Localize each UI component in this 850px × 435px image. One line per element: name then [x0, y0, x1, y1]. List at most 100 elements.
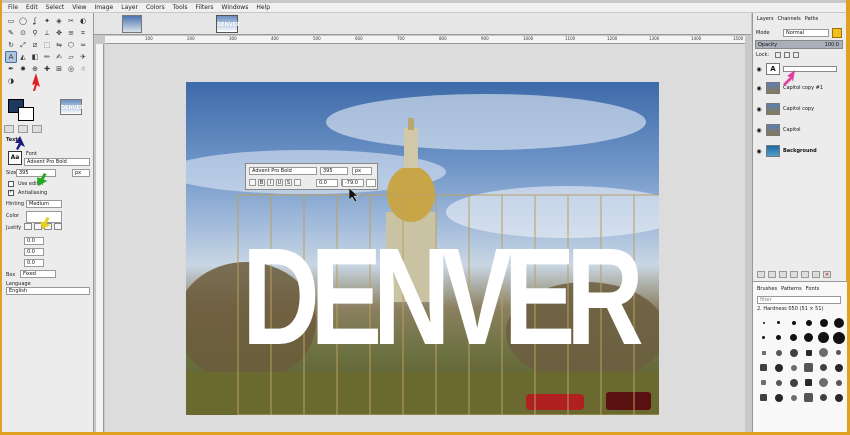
fonts-tab[interactable]: Fonts [806, 286, 820, 292]
menu-filters[interactable]: Filters [196, 4, 214, 11]
brush-preset[interactable] [817, 391, 830, 404]
new-layer-button[interactable] [757, 271, 765, 278]
patterns-tab[interactable]: Patterns [781, 286, 802, 292]
brush-preset[interactable] [802, 391, 815, 404]
vertical-ruler[interactable] [96, 44, 104, 432]
brush-preset[interactable] [757, 316, 770, 329]
brush-preset[interactable] [772, 361, 785, 374]
brush-preset[interactable] [757, 331, 770, 344]
layers-tab[interactable]: Layers [757, 16, 774, 22]
menu-view[interactable]: View [72, 4, 86, 11]
brush-preset[interactable] [787, 361, 800, 374]
image-tab-capitol[interactable] [122, 15, 142, 33]
brush-preset[interactable] [772, 346, 785, 359]
brush-preset[interactable] [802, 346, 815, 359]
underline-button[interactable]: U [276, 179, 283, 186]
letter-spacing-field[interactable]: 0.0 [24, 259, 44, 267]
eye-icon[interactable]: ◉ [755, 127, 763, 134]
kerning-field[interactable]: -79.0 [342, 179, 364, 187]
brush-preset[interactable] [787, 331, 800, 344]
brush-preset[interactable] [772, 391, 785, 404]
brush-preset[interactable] [787, 316, 800, 329]
eye-icon[interactable]: ◉ [755, 66, 763, 73]
brush-preset[interactable] [772, 376, 785, 389]
clear-style-button[interactable] [249, 179, 256, 186]
brush-preset[interactable] [757, 346, 770, 359]
image-tab-denver[interactable]: DENVER [216, 15, 240, 33]
paths-tab[interactable]: Paths [805, 16, 819, 22]
mode-reset-icon[interactable] [832, 28, 842, 38]
brush-preset[interactable] [817, 316, 830, 329]
layer-row[interactable]: ◉ Capitol copy #1 [755, 81, 843, 95]
menu-tools[interactable]: Tools [173, 4, 188, 11]
brush-filter-input[interactable]: filter [757, 296, 841, 304]
anchor-layer-button[interactable] [801, 271, 809, 278]
strikethrough-button[interactable]: S [285, 179, 292, 186]
denver-text[interactable]: DENVER [242, 228, 644, 366]
baseline-field[interactable]: 0.0 [316, 179, 338, 187]
menu-file[interactable]: File [8, 4, 18, 11]
italic-button[interactable]: I [267, 179, 274, 186]
lock-alpha-toggle[interactable] [793, 52, 799, 58]
menu-edit[interactable]: Edit [26, 4, 38, 11]
lock-position-toggle[interactable] [784, 52, 790, 58]
brushes-tab[interactable]: Brushes [757, 286, 777, 292]
layer-row[interactable]: ◉ Capitol [755, 123, 843, 137]
menu-layer[interactable]: Layer [121, 4, 138, 11]
layer-row-text[interactable]: ◉ A [755, 62, 843, 76]
eye-icon[interactable]: ◉ [755, 148, 763, 155]
bold-button[interactable]: B [258, 179, 265, 186]
menu-windows[interactable]: Windows [222, 4, 249, 11]
arrow-green [37, 173, 48, 186]
eye-icon[interactable]: ◉ [755, 106, 763, 113]
brush-preset[interactable] [817, 346, 830, 359]
layer-row[interactable]: ◉ Background [755, 144, 843, 158]
brush-preset[interactable] [817, 361, 830, 374]
text-color-field[interactable] [366, 179, 376, 187]
lock-pixels-toggle[interactable] [775, 52, 781, 58]
menu-image[interactable]: Image [94, 4, 113, 11]
brush-preset[interactable] [832, 391, 845, 404]
box-mode-select[interactable]: Fixed [20, 270, 56, 278]
brush-preset[interactable] [802, 376, 815, 389]
brush-preset[interactable] [832, 361, 845, 374]
toolbar-unit-select[interactable]: px [352, 167, 372, 175]
mode-select[interactable]: Normal [783, 29, 829, 37]
brush-preset[interactable] [757, 376, 770, 389]
channels-tab[interactable]: Channels [778, 16, 801, 22]
brush-preset[interactable] [832, 331, 845, 344]
brush-preset[interactable] [802, 331, 815, 344]
canvas-image[interactable]: DENVER [186, 82, 659, 415]
menu-help[interactable]: Help [256, 4, 270, 11]
horizontal-ruler[interactable]: 100 200 300 400 500 600 700 800 900 1000 1100 1200 1… [105, 36, 745, 44]
lower-layer-button[interactable] [779, 271, 787, 278]
menu-select[interactable]: Select [46, 4, 65, 11]
menu-colors[interactable]: Colors [146, 4, 165, 11]
eye-icon[interactable]: ◉ [755, 85, 763, 92]
brush-preset[interactable] [817, 331, 830, 344]
brush-preset[interactable] [832, 346, 845, 359]
toolbar-font-field[interactable]: Advent Pro Bold [249, 167, 317, 175]
delete-layer-button[interactable]: ✕ [823, 271, 831, 278]
brush-preset[interactable] [787, 346, 800, 359]
brush-preset[interactable] [817, 376, 830, 389]
mask-layer-button[interactable] [812, 271, 820, 278]
line-spacing-field[interactable]: 0.0 [24, 248, 44, 256]
layer-row[interactable]: ◉ Capitol copy [755, 102, 843, 116]
brush-preset[interactable] [832, 376, 845, 389]
brush-preset[interactable] [757, 391, 770, 404]
duplicate-layer-button[interactable] [790, 271, 798, 278]
brush-preset[interactable] [802, 361, 815, 374]
brush-preset[interactable] [772, 331, 785, 344]
brush-preset[interactable] [802, 316, 815, 329]
toolbar-size-field[interactable]: 395 [320, 167, 348, 175]
raise-layer-button[interactable] [768, 271, 776, 278]
brush-preset[interactable] [832, 316, 845, 329]
language-field[interactable]: English [6, 287, 90, 295]
brush-preset[interactable] [787, 391, 800, 404]
brush-preset[interactable] [787, 376, 800, 389]
brush-preset[interactable] [772, 316, 785, 329]
opacity-slider[interactable]: Opacity 100.0 [755, 40, 843, 49]
brush-preset[interactable] [757, 361, 770, 374]
ruler-tick-label: 1100 [565, 36, 576, 41]
